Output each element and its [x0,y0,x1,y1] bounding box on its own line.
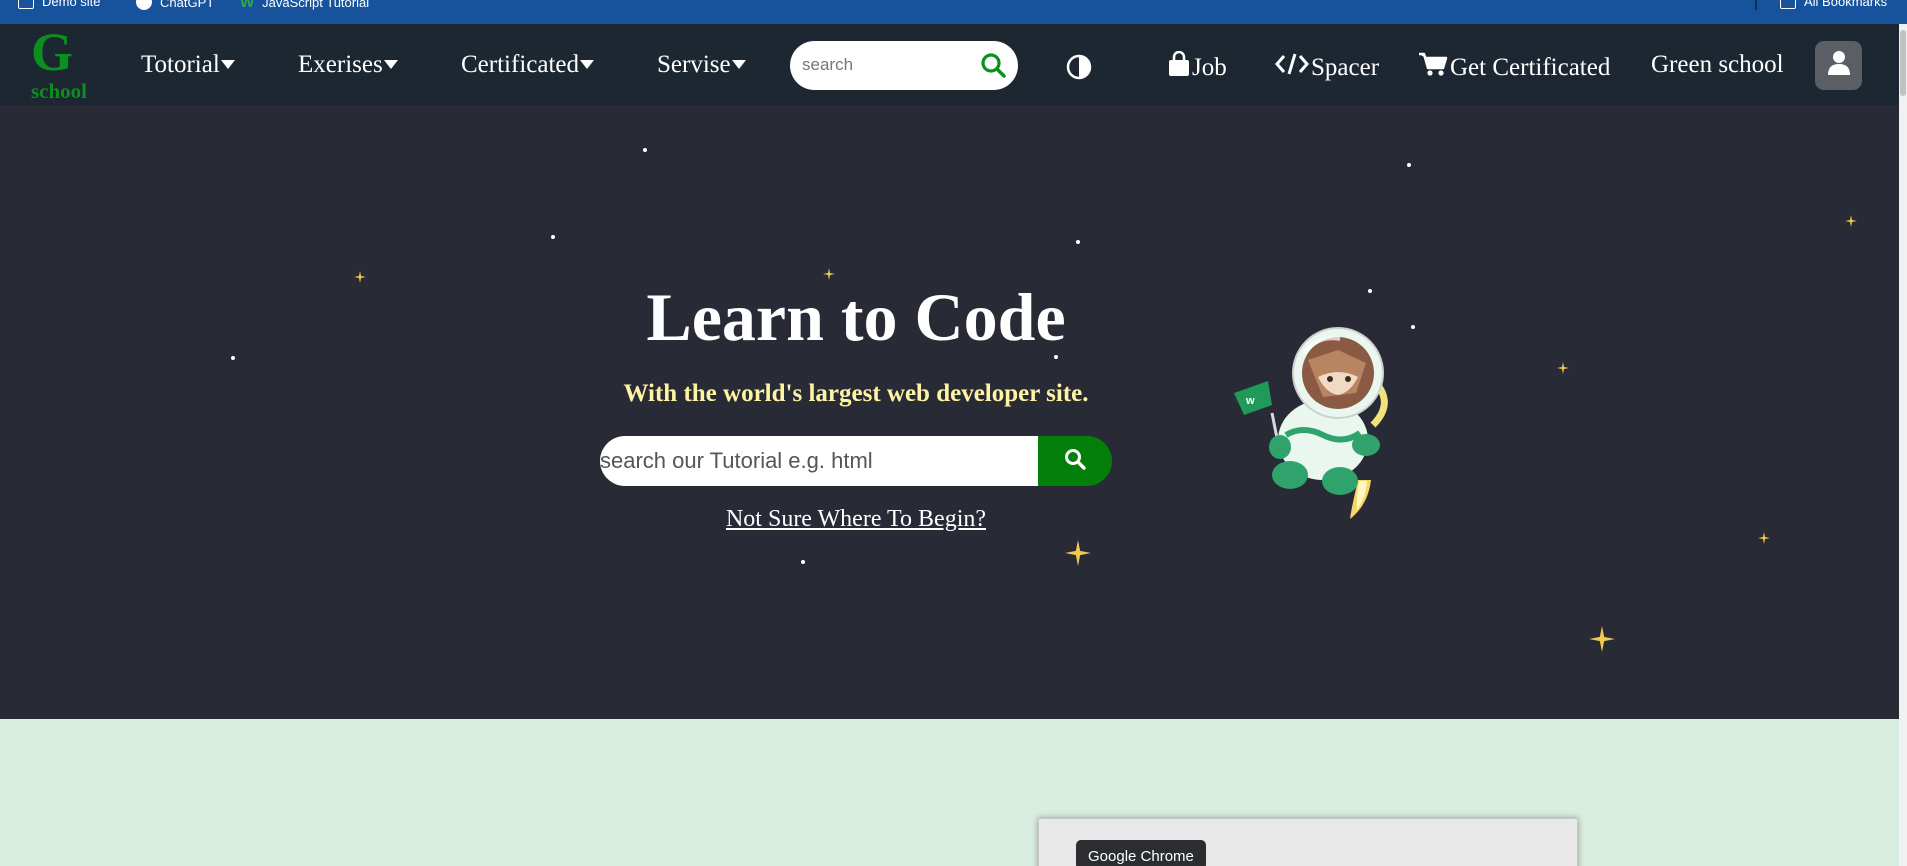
code-icon [1275,51,1309,84]
spacer-link[interactable]: Spacer [1275,51,1379,84]
all-bookmarks-label: All Bookmarks [1804,0,1888,9]
tutorial-search-button[interactable] [1038,436,1112,486]
caret-down-icon [220,60,235,69]
spacer-label: Spacer [1311,53,1380,81]
menu-tutorial[interactable]: Totorial [141,51,235,79]
shopping-bag-icon [1168,50,1190,84]
menu-service[interactable]: Servise [657,51,746,79]
caret-down-icon [580,60,594,69]
get-certificated-label: Get Certificated [1450,53,1611,81]
svg-text:w: w [1245,395,1255,407]
astronaut-mascot-icon: w [1234,327,1388,519]
sparkle-icon [1557,362,1569,374]
star-dot [1054,355,1058,359]
scrollbar-thumb[interactable] [1900,30,1906,96]
sparkle-icon [1758,532,1770,544]
folder-icon [1780,0,1796,9]
nav-search-box [790,41,1018,90]
green-school-link[interactable]: Green school [1651,51,1784,79]
chatgpt-icon [136,0,152,10]
get-certificated-link[interactable]: Get Certificated [1418,51,1610,84]
caret-down-icon [383,60,398,69]
menu-exercises[interactable]: Exerises [298,51,398,79]
logo-word[interactable]: school [31,80,87,102]
job-label: Job [1192,53,1227,81]
star-dot [551,235,555,239]
bookmark-javascript-tutorial[interactable]: W JavaScript Tutorial [240,0,369,11]
menu-label: Exerises [298,51,383,78]
star-dot [1407,163,1411,167]
menu-label: Servise [657,51,731,78]
star-dot [1076,240,1080,244]
bookmark-label: Demo site [42,0,101,9]
cart-icon [1418,51,1448,84]
star-dot [643,148,647,152]
hero-section: Learn to Code With the world's largest w… [0,105,1899,719]
menu-certificated[interactable]: Certificated [461,51,594,79]
logo-letter[interactable]: G [31,24,73,80]
menu-label: Certificated [461,51,579,78]
bookmark-label: ChatGPT [160,0,215,10]
nav-search-input[interactable] [802,51,972,79]
sparkle-icon [1589,626,1615,652]
hero-subtitle: With the world's largest web developer s… [623,380,1089,407]
not-sure-where-to-begin-link[interactable]: Not Sure Where To Begin? [0,505,1712,533]
bookmark-chatgpt[interactable]: ChatGPT [136,0,214,10]
star-dot [801,560,805,564]
sparkle-icon [1065,540,1091,566]
all-bookmarks-button[interactable]: All Bookmarks [1780,0,1887,9]
sparkle-icon [1845,215,1857,227]
bookmarks-bar: Demo site ChatGPT W JavaScript Tutorial … [0,0,1907,24]
search-icon[interactable] [980,52,1006,83]
user-icon [1827,50,1851,81]
hero-title: Learn to Code [646,279,1066,355]
hero-search-box [600,436,1112,486]
bookmark-demo-site[interactable]: Demo site [18,0,101,9]
chrome-tooltip: Google Chrome [1076,840,1206,866]
scrollbar-track[interactable] [1899,24,1907,866]
caret-down-icon [731,60,746,69]
star-dot [231,356,235,360]
folder-icon [18,0,34,9]
bookmarks-divider [1755,0,1757,10]
tutorial-search-input[interactable] [600,436,1040,486]
user-avatar-button[interactable] [1815,41,1862,90]
search-icon [1064,448,1086,475]
bookmark-label: JavaScript Tutorial [262,0,370,10]
contrast-toggle-icon[interactable] [1066,54,1092,85]
job-link[interactable]: Job [1168,50,1227,84]
menu-label: Totorial [141,51,220,78]
top-navbar: G school Totorial Exerises Certificated … [0,24,1899,105]
w3-icon: W [240,0,255,11]
